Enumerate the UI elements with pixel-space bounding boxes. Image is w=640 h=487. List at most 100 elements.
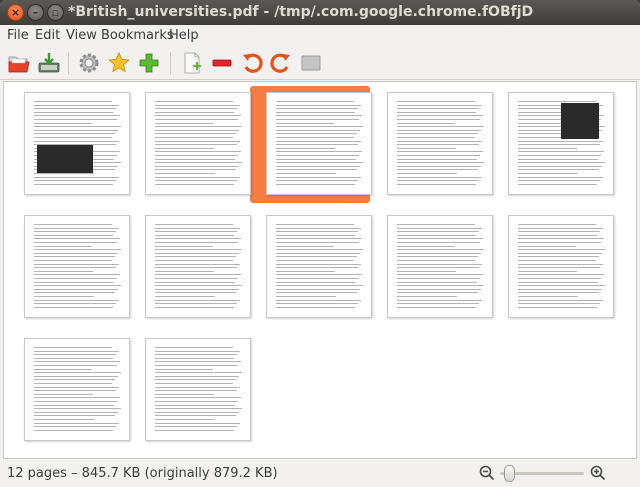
toolbar-separator — [68, 52, 69, 74]
page-thumbnail[interactable] — [387, 92, 493, 195]
text-line — [397, 122, 455, 124]
text-line — [518, 169, 599, 171]
text-line — [276, 169, 357, 171]
text-line — [276, 274, 362, 276]
text-line — [34, 231, 116, 233]
page-thumbnail[interactable] — [24, 338, 130, 441]
text-line — [276, 126, 363, 128]
text-line — [518, 173, 578, 174]
text-line — [155, 234, 234, 236]
text-line — [276, 133, 357, 135]
text-line — [34, 115, 120, 117]
text-line — [276, 158, 356, 160]
text-line — [276, 292, 357, 294]
settings-button[interactable] — [77, 51, 101, 75]
text-line — [397, 281, 477, 283]
text-line — [397, 238, 483, 240]
text-line — [34, 260, 112, 261]
open-button[interactable] — [7, 51, 31, 75]
page-thumbnail[interactable] — [145, 338, 251, 441]
rotate-right-button[interactable] — [269, 51, 293, 75]
text-line — [34, 368, 92, 370]
page-thumbnail[interactable] — [145, 92, 251, 195]
text-line — [34, 281, 114, 283]
text-line — [276, 227, 361, 229]
text-line — [155, 281, 235, 283]
text-line — [34, 285, 121, 287]
text-line — [397, 270, 456, 272]
text-line — [276, 140, 361, 142]
text-line — [397, 234, 476, 236]
text-line — [155, 263, 240, 265]
text-line — [276, 256, 357, 258]
text-line — [276, 108, 358, 110]
close-window-button[interactable]: × — [7, 4, 24, 21]
text-line — [155, 183, 234, 185]
text-line — [34, 365, 117, 366]
text-line — [518, 180, 600, 182]
text-line — [34, 404, 114, 406]
text-line — [397, 137, 475, 138]
text-line — [155, 115, 241, 117]
menu-edit[interactable]: Edit — [35, 28, 60, 43]
page-thumbnail[interactable] — [24, 215, 130, 318]
rotate-left-button[interactable] — [240, 51, 264, 75]
insert-page-button[interactable] — [180, 51, 204, 75]
text-line — [518, 158, 598, 160]
page-thumbnail[interactable] — [266, 215, 372, 318]
text-line — [155, 368, 213, 370]
text-line — [34, 173, 94, 174]
text-line — [34, 386, 119, 388]
zoom-out-icon[interactable] — [479, 465, 495, 481]
page-thumbnail-grid[interactable] — [3, 81, 637, 459]
text-line — [155, 408, 242, 410]
text-line — [518, 242, 601, 243]
text-line — [155, 296, 215, 297]
text-line — [155, 158, 235, 160]
menu-view[interactable]: View — [66, 28, 97, 43]
menu-bookmarks[interactable]: Bookmarks — [101, 28, 174, 43]
menu-file[interactable]: File — [7, 28, 29, 43]
text-line — [155, 411, 239, 413]
minimize-window-button[interactable]: – — [27, 4, 44, 21]
text-line — [397, 285, 484, 287]
zoom-slider-handle[interactable] — [503, 465, 515, 482]
text-line — [34, 137, 112, 138]
text-line — [155, 165, 239, 167]
text-line — [518, 306, 597, 308]
text-line — [397, 227, 482, 229]
text-line — [155, 288, 239, 290]
text-line — [276, 242, 359, 243]
text-line — [518, 183, 597, 185]
text-line — [276, 252, 360, 254]
zoom-in-icon[interactable] — [590, 465, 606, 481]
delete-page-button[interactable] — [210, 51, 234, 75]
text-line — [397, 133, 478, 135]
add-button[interactable] — [137, 51, 161, 75]
page-thumbnail-selected[interactable] — [266, 92, 372, 195]
menu-help[interactable]: Help — [169, 28, 199, 43]
text-line — [518, 252, 602, 254]
text-line — [155, 393, 214, 395]
text-line — [155, 104, 240, 106]
bookmark-button[interactable] — [107, 51, 131, 75]
text-line — [518, 101, 596, 102]
page-thumbnail[interactable] — [508, 215, 614, 318]
text-line — [155, 267, 237, 269]
text-line — [276, 101, 354, 102]
text-line — [276, 299, 361, 301]
text-line — [34, 224, 112, 225]
text-line — [155, 147, 214, 149]
crop-button[interactable] — [299, 51, 323, 75]
save-button[interactable] — [37, 51, 61, 75]
text-line — [34, 227, 119, 229]
page-photo — [37, 145, 93, 173]
text-line — [518, 285, 605, 287]
text-line — [397, 292, 478, 294]
page-thumbnail[interactable] — [387, 215, 493, 318]
page-thumbnail[interactable] — [508, 92, 614, 195]
maximize-window-button[interactable]: ▫ — [47, 4, 64, 21]
page-thumbnail[interactable] — [145, 215, 251, 318]
text-line — [155, 140, 240, 142]
page-thumbnail[interactable] — [24, 92, 130, 195]
